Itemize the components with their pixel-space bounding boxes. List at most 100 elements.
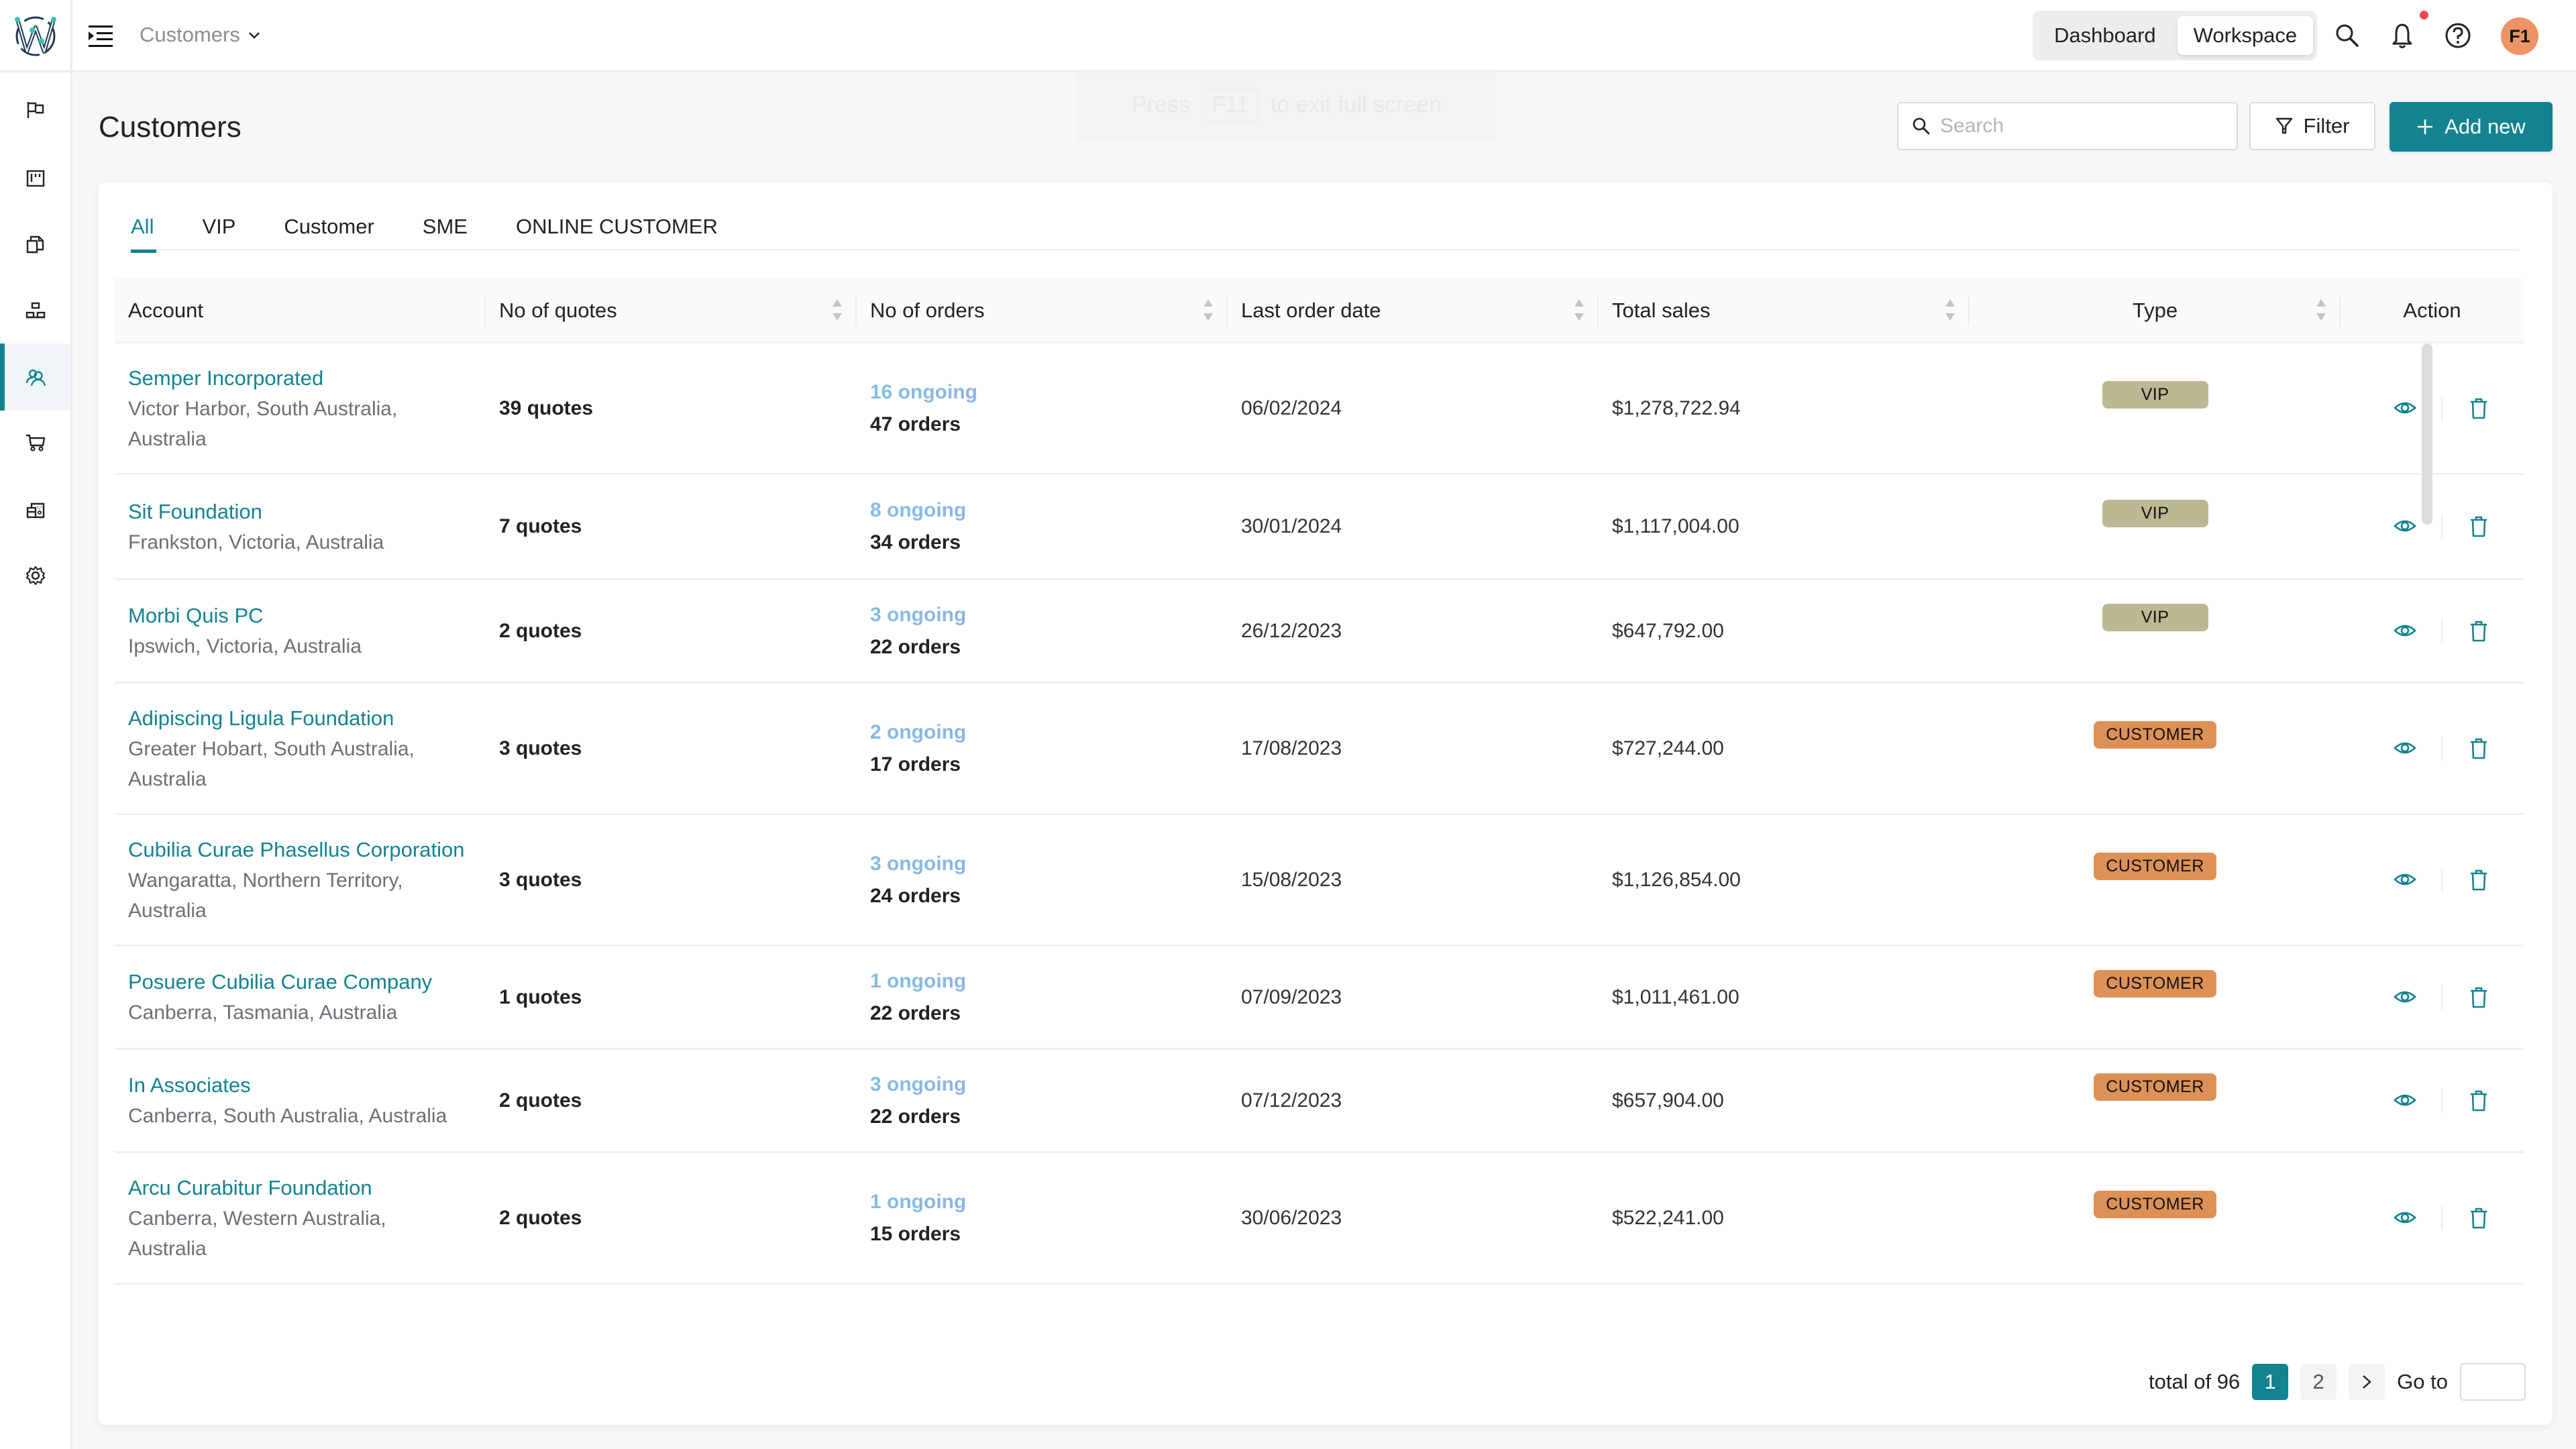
sort-icon[interactable] bbox=[833, 299, 842, 321]
bell-icon[interactable] bbox=[2388, 21, 2416, 50]
account-name-link[interactable]: In Associates bbox=[128, 1070, 486, 1101]
flag-icon bbox=[27, 102, 44, 118]
type-badge: CUSTOMER bbox=[2094, 721, 2216, 749]
tab-all[interactable]: All bbox=[131, 201, 157, 253]
action-divider bbox=[2441, 619, 2443, 643]
user-avatar[interactable]: F1 bbox=[2501, 17, 2538, 55]
total-sales-cell: $1,011,461.00 bbox=[1599, 947, 1970, 1048]
tab-customer[interactable]: Customer bbox=[284, 201, 374, 251]
sidebar-item-hierarchy[interactable] bbox=[0, 277, 70, 344]
page-1-button[interactable]: 1 bbox=[2252, 1364, 2289, 1400]
goto-page-input[interactable] bbox=[2460, 1363, 2526, 1401]
delete-icon[interactable] bbox=[2467, 737, 2491, 761]
logo-icon bbox=[14, 16, 56, 56]
delete-icon[interactable] bbox=[2467, 868, 2491, 892]
account-name-link[interactable]: Morbi Quis PC bbox=[128, 600, 486, 631]
account-name-link[interactable]: Adipiscing Ligula Foundation bbox=[128, 703, 486, 734]
quotes-cell: 1 quotes bbox=[486, 947, 857, 1048]
account-name-link[interactable]: Posuere Cubilia Curae Company bbox=[128, 967, 486, 998]
dashboard-mode-button[interactable]: Dashboard bbox=[2038, 16, 2172, 55]
ongoing-orders-link[interactable]: 16 ongoing bbox=[870, 376, 1228, 409]
view-icon[interactable] bbox=[2393, 1205, 2417, 1230]
ongoing-orders-link[interactable]: 3 ongoing bbox=[870, 1069, 1228, 1101]
ongoing-orders-link[interactable]: 8 ongoing bbox=[870, 494, 1228, 527]
search-icon[interactable] bbox=[2333, 21, 2361, 50]
add-new-label: Add new bbox=[2445, 115, 2526, 138]
last-order-date: 26/12/2023 bbox=[1241, 619, 1342, 642]
ongoing-orders-link[interactable]: 3 ongoing bbox=[870, 848, 1228, 880]
table-row: Adipiscing Ligula Foundation Greater Hoba… bbox=[115, 684, 2524, 815]
hierarchy-icon bbox=[25, 302, 45, 319]
delete-icon[interactable] bbox=[2467, 619, 2491, 643]
app-logo[interactable] bbox=[0, 0, 72, 72]
tab-sme[interactable]: SME bbox=[423, 201, 468, 251]
column-header-quotes[interactable]: No of quotes bbox=[486, 278, 857, 343]
workspace-mode-button[interactable]: Workspace bbox=[2177, 16, 2314, 55]
last-order-date: 30/01/2024 bbox=[1241, 515, 1342, 537]
sort-icon[interactable] bbox=[2316, 299, 2326, 321]
view-icon[interactable] bbox=[2393, 867, 2417, 892]
action-cell bbox=[2341, 1050, 2524, 1151]
sidebar-item-customers[interactable] bbox=[0, 343, 70, 411]
search-input[interactable] bbox=[1940, 115, 2222, 138]
fullscreen-hint-suffix: to exit full screen bbox=[1270, 91, 1442, 117]
sidebar-item-inventory[interactable] bbox=[0, 476, 70, 543]
sidebar-item-flag[interactable] bbox=[0, 76, 70, 144]
sidebar-item-kanban-board[interactable] bbox=[0, 145, 70, 212]
column-header-last-order-date[interactable]: Last order date bbox=[1228, 278, 1599, 343]
filter-button[interactable]: Filter bbox=[2249, 102, 2375, 150]
tab-vip[interactable]: VIP bbox=[202, 201, 235, 251]
mode-switch: Dashboard Workspace bbox=[2033, 11, 2317, 60]
delete-icon[interactable] bbox=[2467, 396, 2491, 421]
last-order-date-cell: 07/09/2023 bbox=[1228, 947, 1599, 1048]
type-cell: CUSTOMER bbox=[1970, 684, 2341, 813]
delete-icon[interactable] bbox=[2467, 985, 2491, 1010]
account-name-link[interactable]: Cubilia Curae Phasellus Corporation bbox=[128, 835, 486, 865]
top-bar: Customers Dashboard Workspace F1 bbox=[0, 0, 2576, 72]
delete-icon[interactable] bbox=[2467, 1089, 2491, 1113]
ongoing-orders-link[interactable]: 1 ongoing bbox=[870, 1186, 1228, 1218]
view-icon[interactable] bbox=[2393, 985, 2417, 1009]
page-2-button[interactable]: 2 bbox=[2300, 1364, 2337, 1400]
menu-toggle-icon[interactable] bbox=[89, 25, 113, 47]
sidebar-item-cart[interactable] bbox=[0, 409, 70, 476]
sort-icon[interactable] bbox=[1574, 299, 1584, 321]
view-icon[interactable] bbox=[2393, 396, 2417, 420]
delete-icon[interactable] bbox=[2467, 515, 2491, 539]
type-cell: CUSTOMER bbox=[1970, 815, 2341, 945]
column-header-action: Action bbox=[2341, 278, 2524, 343]
sidebar bbox=[0, 72, 72, 1449]
ongoing-orders-link[interactable]: 3 ongoing bbox=[870, 599, 1228, 631]
search-field[interactable] bbox=[1897, 102, 2238, 150]
sidebar-item-documents[interactable] bbox=[0, 211, 70, 278]
view-icon[interactable] bbox=[2393, 514, 2417, 538]
next-page-button[interactable] bbox=[2349, 1364, 2385, 1400]
add-new-button[interactable]: Add new bbox=[2390, 102, 2553, 152]
sort-icon[interactable] bbox=[1203, 299, 1213, 321]
view-icon[interactable] bbox=[2393, 1088, 2417, 1112]
breadcrumb-dropdown[interactable]: Customers bbox=[140, 23, 262, 47]
total-sales: $727,244.00 bbox=[1612, 737, 1724, 759]
action-cell bbox=[2341, 1153, 2524, 1283]
delete-icon[interactable] bbox=[2467, 1206, 2491, 1230]
ongoing-orders-link[interactable]: 1 ongoing bbox=[870, 965, 1228, 998]
column-header-type[interactable]: Type bbox=[1970, 278, 2341, 343]
action-divider bbox=[2441, 1205, 2443, 1230]
sidebar-item-settings[interactable] bbox=[0, 542, 70, 609]
orders-count: 17 orders bbox=[870, 753, 961, 775]
column-label: No of quotes bbox=[499, 299, 617, 322]
sort-icon[interactable] bbox=[1945, 299, 1955, 321]
help-icon[interactable] bbox=[2444, 21, 2472, 50]
table-scrollbar[interactable] bbox=[2422, 343, 2432, 525]
account-name-link[interactable]: Sit Foundation bbox=[128, 496, 486, 527]
ongoing-orders-link[interactable]: 2 ongoing bbox=[870, 716, 1228, 749]
account-name-link[interactable]: Semper Incorporated bbox=[128, 363, 486, 394]
view-icon[interactable] bbox=[2393, 736, 2417, 760]
account-name-link[interactable]: Arcu Curabitur Foundation bbox=[128, 1173, 486, 1203]
view-icon[interactable] bbox=[2393, 619, 2417, 643]
quotes-cell: 3 quotes bbox=[486, 684, 857, 813]
column-header-total-sales[interactable]: Total sales bbox=[1599, 278, 1970, 343]
type-badge: CUSTOMER bbox=[2094, 970, 2216, 998]
column-header-orders[interactable]: No of orders bbox=[857, 278, 1228, 343]
tab-online-customer[interactable]: ONLINE CUSTOMER bbox=[516, 201, 718, 251]
